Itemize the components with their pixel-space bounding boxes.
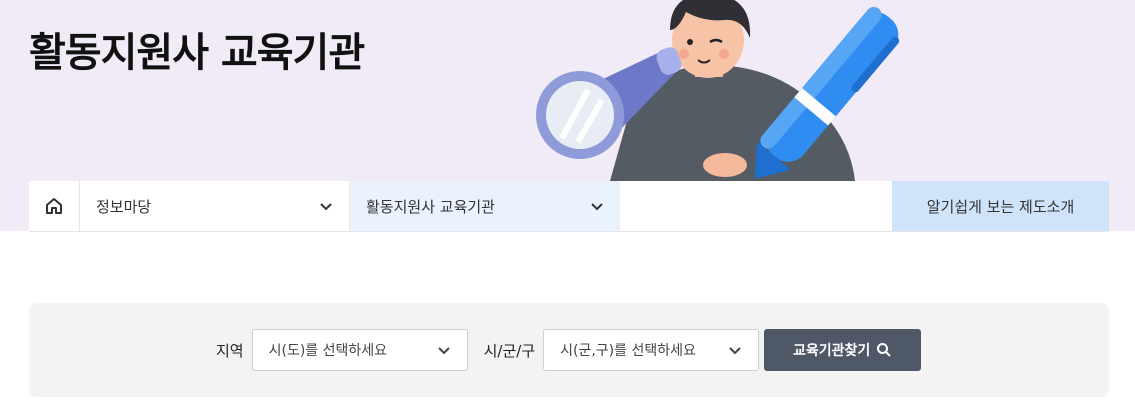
chevron-down-icon — [320, 203, 332, 211]
find-institution-button[interactable]: 교육기관찾기 — [764, 329, 922, 371]
nav-dropdown-institutions[interactable]: 활동지원사 교육기관 — [350, 181, 620, 231]
page-title: 활동지원사 교육기관 — [29, 30, 365, 76]
home-button[interactable] — [29, 181, 80, 231]
illustration-person-telescope-pen — [536, 0, 900, 181]
city-select[interactable]: 시(군,구)를 선택하세요 — [543, 329, 760, 371]
navigation-bar: 정보마당 활동지원사 교육기관 알기쉽게 보는 제도소개 — [29, 181, 1109, 232]
nav-dropdown-info-label: 정보마당 — [96, 197, 152, 216]
chevron-down-icon — [437, 347, 450, 355]
chevron-down-icon — [591, 203, 603, 211]
region-select[interactable]: 시(도)를 선택하세요 — [251, 329, 468, 371]
region-select-value: 시(도)를 선택하세요 — [268, 343, 388, 359]
system-intro-label: 알기쉽게 보는 제도소개 — [926, 197, 1075, 216]
home-icon — [46, 198, 62, 214]
search-form: 지역 시(도)를 선택하세요 시/군/구 시(군,구)를 선택하세요 교육기관찾… — [216, 329, 922, 371]
find-institution-label: 교육기관찾기 — [792, 343, 871, 359]
chevron-down-icon — [729, 347, 741, 355]
nav-dropdown-institutions-label: 활동지원사 교육기관 — [366, 197, 495, 216]
search-panel: 지역 시(도)를 선택하세요 시/군/구 시(군,구)를 선택하세요 교육기관찾… — [29, 303, 1109, 397]
city-select-value: 시(군,구)를 선택하세요 — [560, 343, 696, 359]
system-intro-button[interactable]: 알기쉽게 보는 제도소개 — [892, 181, 1109, 231]
city-label: 시/군/구 — [483, 341, 536, 360]
nav-dropdown-info[interactable]: 정보마당 — [80, 181, 350, 231]
region-label: 지역 — [216, 341, 244, 360]
search-icon — [877, 343, 891, 357]
